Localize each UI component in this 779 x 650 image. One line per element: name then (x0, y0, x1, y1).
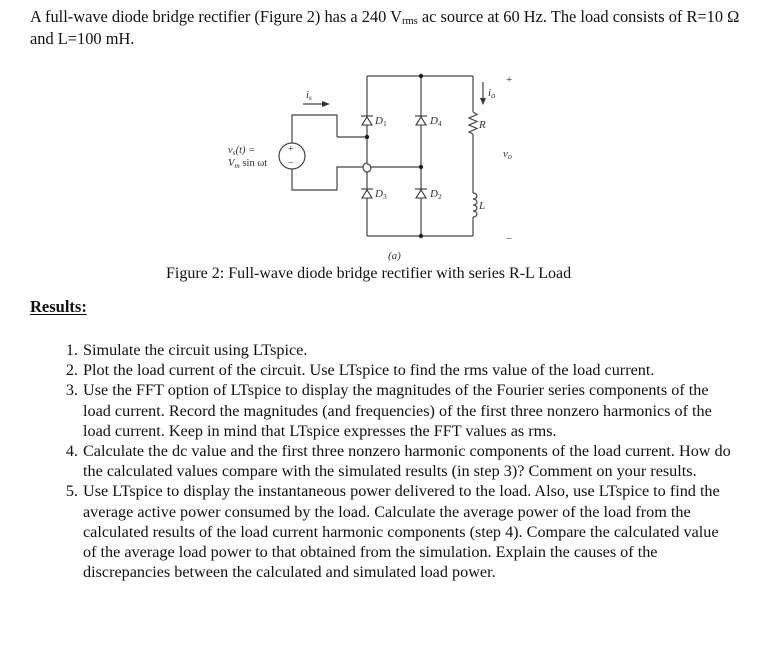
diode-d2-symbol (415, 188, 427, 199)
step-item: Plot the load current of the circuit. Us… (82, 360, 732, 380)
diode-d4-label: D4 (429, 115, 442, 128)
output-minus-sign: − (506, 233, 512, 245)
subfigure-label: (a) (388, 250, 401, 262)
diode-d3-symbol (361, 188, 373, 199)
inductor-label: L (478, 200, 485, 212)
step-item: Simulate the circuit using LTspice. (82, 340, 732, 360)
diode-d4-symbol (415, 115, 427, 126)
inductor-symbol (472, 192, 478, 218)
step-item: Use LTspice to display the instantaneous… (82, 481, 732, 582)
source-voltage-label-line2: Vm sin ωt (228, 158, 267, 170)
resistor-symbol (467, 111, 479, 135)
step-item: Calculate the dc value and the first thr… (82, 441, 732, 481)
source-plus-sign: + (288, 144, 294, 155)
top-node-dot (418, 73, 424, 79)
bridge-rectifier-circuit: + − vs(t) = Vm sin ωt is io + − vo D1 D4… (228, 73, 512, 245)
load-current-arrowhead (480, 98, 486, 105)
bottom-node-dot (418, 233, 424, 239)
diode-d2-label: D2 (429, 188, 442, 201)
crossover-hop-icon (362, 162, 368, 173)
results-steps-list: Simulate the circuit using LTspice. Plot… (0, 340, 732, 582)
node-b-dot (418, 164, 424, 170)
diode-d1-symbol (361, 115, 373, 126)
diode-d3-label: D3 (374, 188, 387, 201)
diode-d1-label: D1 (374, 115, 387, 128)
load-current-label: io (488, 87, 495, 100)
wire-crossover-hop (366, 163, 372, 173)
node-a-dot (364, 134, 370, 140)
output-voltage-label: vo (503, 148, 512, 161)
figure-caption: Figure 2: Full-wave diode bridge rectifi… (166, 265, 572, 282)
step-item: Use the FFT option of LTspice to display… (82, 380, 732, 441)
source-voltage-label-line1: vs(t) = (228, 145, 255, 157)
source-minus-sign: − (288, 158, 294, 169)
resistor-label: R (478, 119, 486, 131)
source-current-label: is (306, 90, 312, 102)
output-plus-sign: + (506, 74, 512, 86)
source-current-arrowhead (322, 101, 330, 107)
source-lower-wire (291, 166, 363, 191)
results-heading: Results: (30, 297, 87, 316)
source-upper-wire (291, 114, 338, 143)
